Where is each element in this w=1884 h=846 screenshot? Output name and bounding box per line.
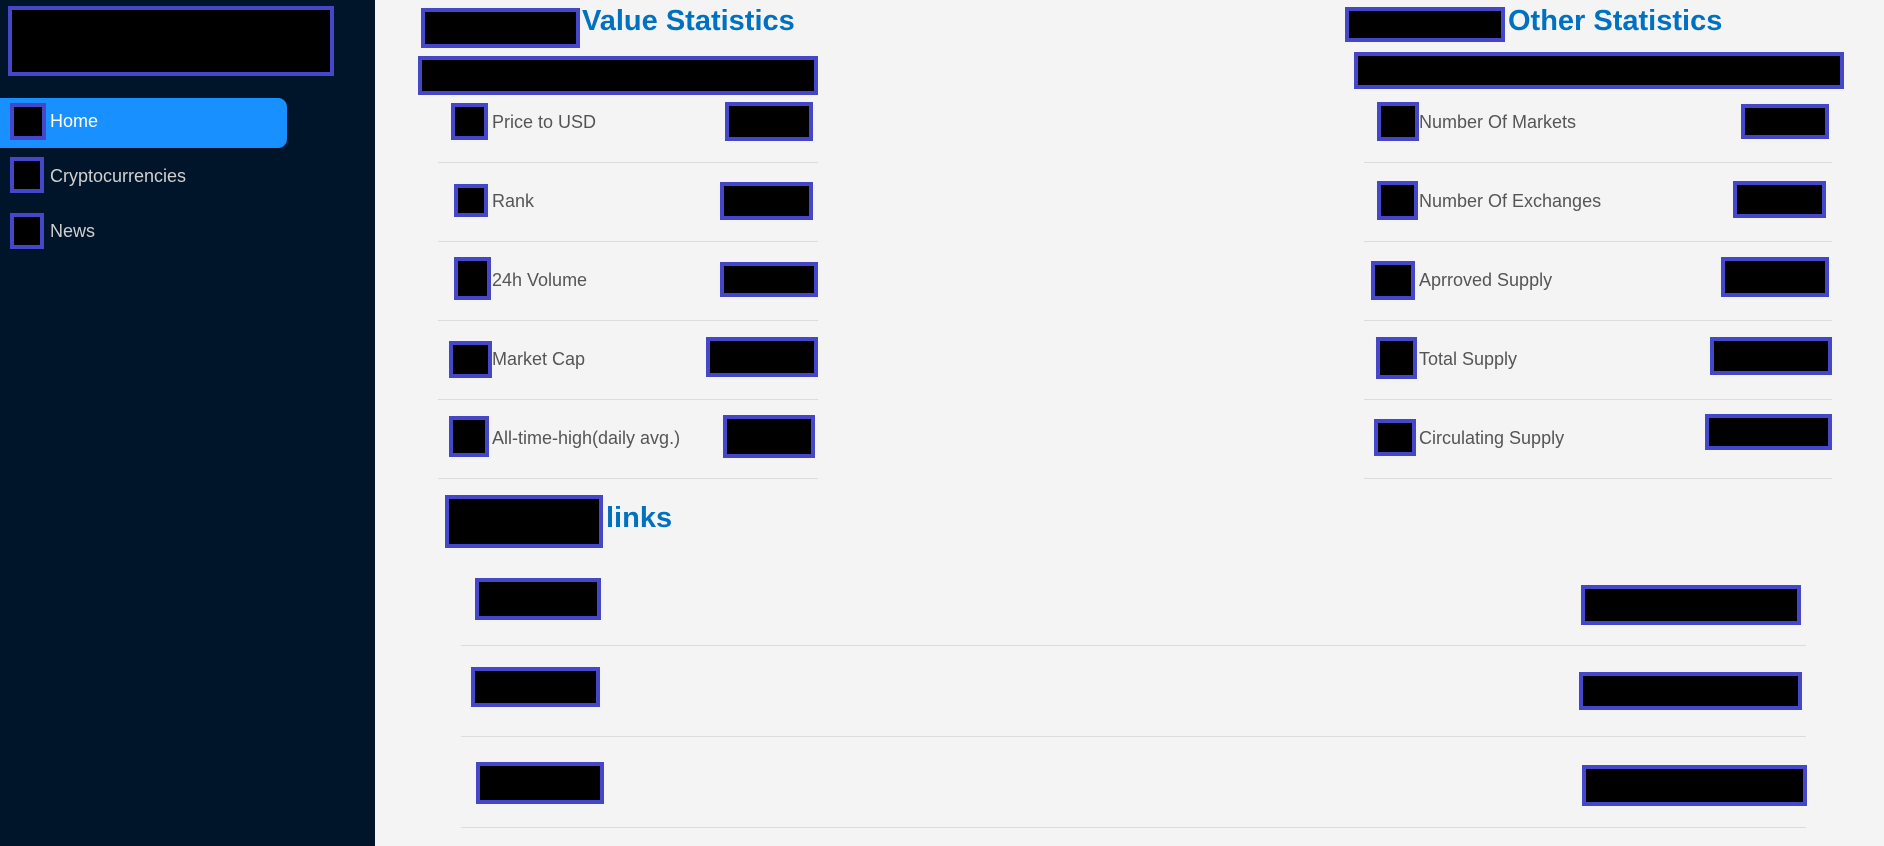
- nav-item-cryptocurrencies[interactable]: Cryptocurrencies: [0, 153, 287, 203]
- stat-value-market-cap: [706, 337, 818, 377]
- link-url[interactable]: [1582, 765, 1807, 806]
- stat-value-price: [725, 102, 813, 141]
- stat-row-market-cap: Market Cap: [438, 321, 818, 400]
- value-statistics-heading: Value Statistics: [582, 5, 795, 37]
- stat-row-exchanges: Number Of Exchanges: [1364, 163, 1832, 242]
- stat-value-exchanges: [1733, 181, 1826, 218]
- stat-label-markets: Number Of Markets: [1419, 112, 1577, 132]
- stat-label-price: Price to USD: [492, 112, 597, 132]
- thunderbolt-icon: [454, 257, 491, 300]
- coin-name-redacted: [1345, 7, 1505, 42]
- coin-name-redacted: [421, 8, 580, 48]
- stat-label-approved-supply: Aprroved Supply: [1419, 270, 1553, 290]
- number-icon: [454, 184, 488, 217]
- exclamation-icon: [1376, 337, 1417, 379]
- other-statistics-heading: Other Statistics: [1508, 5, 1723, 37]
- stat-row-price: Price to USD: [438, 84, 818, 163]
- coin-name-redacted: [445, 495, 603, 548]
- stat-row-all-time-high: All-time-high(daily avg.): [438, 400, 818, 479]
- link-row[interactable]: [461, 555, 1806, 646]
- stat-value-circulating-supply: [1705, 414, 1832, 450]
- exclamation-icon: [1374, 419, 1416, 456]
- stat-value-rank: [720, 182, 813, 220]
- home-icon: [10, 103, 46, 140]
- stat-label-rank: Rank: [492, 191, 535, 211]
- stat-label-exchanges: Number Of Exchanges: [1419, 191, 1602, 211]
- nav-label-cryptocurrencies: Cryptocurrencies: [50, 166, 187, 186]
- nav-label-home: Home: [50, 111, 99, 131]
- links-heading: links: [606, 502, 673, 534]
- stat-value-markets: [1741, 104, 1829, 139]
- bulb-icon: [10, 213, 44, 249]
- dollar-icon: [451, 103, 488, 140]
- stat-row-markets: Number Of Markets: [1364, 84, 1832, 163]
- nav-label-news: News: [50, 221, 96, 241]
- stat-row-total-supply: Total Supply: [1364, 321, 1832, 400]
- app-logo[interactable]: [8, 6, 334, 76]
- link-type-label: [475, 578, 601, 620]
- stat-label-circulating-supply: Circulating Supply: [1419, 428, 1565, 448]
- stat-label-volume: 24h Volume: [492, 270, 588, 290]
- nav-item-home[interactable]: Home: [0, 98, 287, 148]
- stat-value-approved-supply: [1721, 257, 1829, 297]
- link-row[interactable]: [461, 737, 1807, 828]
- stat-row-approved-supply: Aprroved Supply: [1364, 242, 1832, 321]
- stat-value-total-supply: [1710, 337, 1832, 375]
- stat-row-circulating-supply: Circulating Supply: [1364, 400, 1832, 479]
- stat-value-volume: [720, 262, 818, 297]
- money-collect-icon: [1377, 181, 1418, 220]
- sidebar: Home Cryptocurrencies News: [0, 0, 375, 846]
- nav-item-news[interactable]: News: [0, 208, 287, 258]
- link-url[interactable]: [1579, 672, 1802, 710]
- fund-icon: [10, 157, 44, 193]
- link-type-label: [471, 667, 600, 707]
- stat-label-total-supply: Total Supply: [1419, 349, 1518, 369]
- dollar-icon: [449, 341, 492, 378]
- stat-row-volume: 24h Volume: [438, 242, 818, 321]
- link-type-label: [476, 762, 604, 804]
- stat-label-all-time-high: All-time-high(daily avg.): [492, 428, 681, 448]
- check-icon: [1371, 261, 1415, 300]
- link-url[interactable]: [1581, 585, 1801, 625]
- stat-row-rank: Rank: [438, 163, 818, 242]
- fund-icon: [1377, 102, 1419, 141]
- stat-label-market-cap: Market Cap: [492, 349, 586, 369]
- stat-value-all-time-high: [723, 415, 815, 458]
- trophy-icon: [449, 416, 489, 457]
- link-row[interactable]: [461, 646, 1806, 737]
